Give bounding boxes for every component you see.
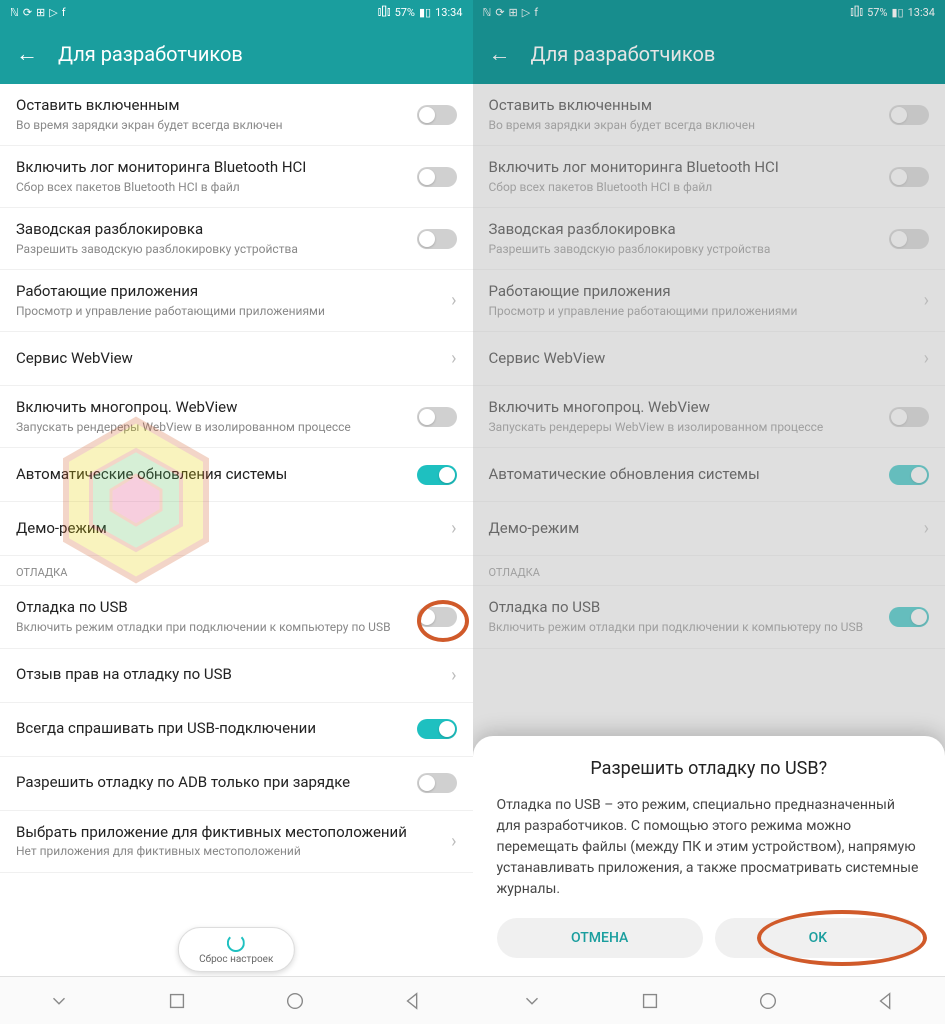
phone-left: ℕ ⟳ ⊞ ▷ f ⫾[]⫾ 57% ▮▯ 13:34 ← Для разраб… bbox=[0, 0, 473, 1024]
nav-dropdown[interactable] bbox=[48, 990, 70, 1012]
settings-list[interactable]: Оставить включенным Во время зарядки экр… bbox=[0, 84, 473, 976]
setting-oem-unlock[interactable]: Заводская разблокировка Разрешить заводс… bbox=[0, 208, 473, 270]
nav-bar bbox=[473, 976, 945, 1024]
dialog-title: Разрешить отладку по USB? bbox=[497, 758, 922, 779]
header: ← Для разработчиков bbox=[0, 24, 473, 84]
phone-right: ℕ ⟳ ⊞ ▷ f ⫾[]⫾ 57% ▮▯ 13:34 ← Для разраб… bbox=[473, 0, 945, 1024]
dialog-body: Отладка по USB – это режим, специально п… bbox=[497, 795, 922, 900]
nav-bar bbox=[0, 976, 473, 1024]
toggle-multiproc-webview[interactable] bbox=[417, 407, 457, 427]
section-debug: ОТЛАДКА bbox=[0, 556, 473, 586]
chevron-right-icon: › bbox=[451, 665, 456, 686]
chevron-right-icon: › bbox=[451, 518, 456, 539]
setting-multiproc-webview[interactable]: Включить многопроц. WebView Запускать ре… bbox=[0, 386, 473, 448]
back-button[interactable]: ← bbox=[16, 41, 38, 67]
nav-home[interactable] bbox=[757, 990, 779, 1012]
vibrate-icon: ⫾[]⫾ bbox=[378, 5, 391, 19]
toggle-bt-hci[interactable] bbox=[417, 167, 457, 187]
setting-mock-location[interactable]: Выбрать приложение для фиктивных местопо… bbox=[0, 811, 473, 873]
setting-always-ask-usb[interactable]: Всегда спрашивать при USB-подключении bbox=[0, 703, 473, 757]
spinner-icon bbox=[227, 934, 245, 952]
reset-settings-button[interactable]: Сброс настроек bbox=[178, 927, 294, 972]
nav-back[interactable] bbox=[875, 990, 897, 1012]
ok-button[interactable]: OK bbox=[715, 918, 921, 958]
setting-demo-mode[interactable]: Демо-режим › bbox=[0, 502, 473, 556]
toggle-auto-updates[interactable] bbox=[417, 465, 457, 485]
battery-text: 57% bbox=[395, 6, 415, 19]
chevron-right-icon: › bbox=[451, 348, 456, 369]
play-icon: ▷ bbox=[49, 6, 57, 19]
setting-webview[interactable]: Сервис WebView › bbox=[0, 332, 473, 386]
chevron-right-icon: › bbox=[451, 290, 456, 311]
nav-home[interactable] bbox=[284, 990, 306, 1012]
nav-back[interactable] bbox=[402, 990, 424, 1012]
sync-icon: ⟳ bbox=[23, 6, 32, 19]
setting-revoke-usb[interactable]: Отзыв прав на отладку по USB › bbox=[0, 649, 473, 703]
setting-running-apps[interactable]: Работающие приложения Просмотр и управле… bbox=[0, 270, 473, 332]
toggle-always-ask-usb[interactable] bbox=[417, 719, 457, 739]
toggle-stay-awake[interactable] bbox=[417, 105, 457, 125]
status-bar: ℕ ⟳ ⊞ ▷ f ⫾[]⫾ 57% ▮▯ 13:34 bbox=[0, 0, 473, 24]
toggle-usb-debug[interactable] bbox=[417, 607, 457, 627]
nav-recent[interactable] bbox=[166, 990, 188, 1012]
page-title: Для разработчиков bbox=[58, 42, 243, 66]
chevron-right-icon: › bbox=[451, 831, 456, 852]
clock-text: 13:34 bbox=[435, 6, 462, 19]
cancel-button[interactable]: ОТМЕНА bbox=[497, 918, 703, 958]
setting-bt-hci[interactable]: Включить лог мониторинга Bluetooth HCI С… bbox=[0, 146, 473, 208]
setting-usb-debug[interactable]: Отладка по USB Включить режим отладки пр… bbox=[0, 586, 473, 648]
toggle-oem-unlock[interactable] bbox=[417, 229, 457, 249]
facebook-icon: f bbox=[62, 6, 66, 19]
reset-label: Сброс настроек bbox=[199, 954, 273, 965]
setting-sub: Во время зарядки экран будет всегда вклю… bbox=[16, 118, 405, 134]
toggle-adb-charging[interactable] bbox=[417, 773, 457, 793]
battery-icon: ▮▯ bbox=[419, 6, 431, 19]
setting-auto-updates[interactable]: Автоматические обновления системы bbox=[0, 448, 473, 502]
setting-stay-awake[interactable]: Оставить включенным Во время зарядки экр… bbox=[0, 84, 473, 146]
setting-adb-charging[interactable]: Разрешить отладку по ADB только при заря… bbox=[0, 757, 473, 811]
setting-title: Оставить включенным bbox=[16, 96, 405, 116]
usb-icon: ⊞ bbox=[36, 6, 45, 19]
usb-debug-dialog: Разрешить отладку по USB? Отладка по USB… bbox=[473, 736, 945, 976]
nav-recent[interactable] bbox=[639, 990, 661, 1012]
nav-dropdown[interactable] bbox=[521, 990, 543, 1012]
nfc-icon: ℕ bbox=[10, 6, 19, 19]
